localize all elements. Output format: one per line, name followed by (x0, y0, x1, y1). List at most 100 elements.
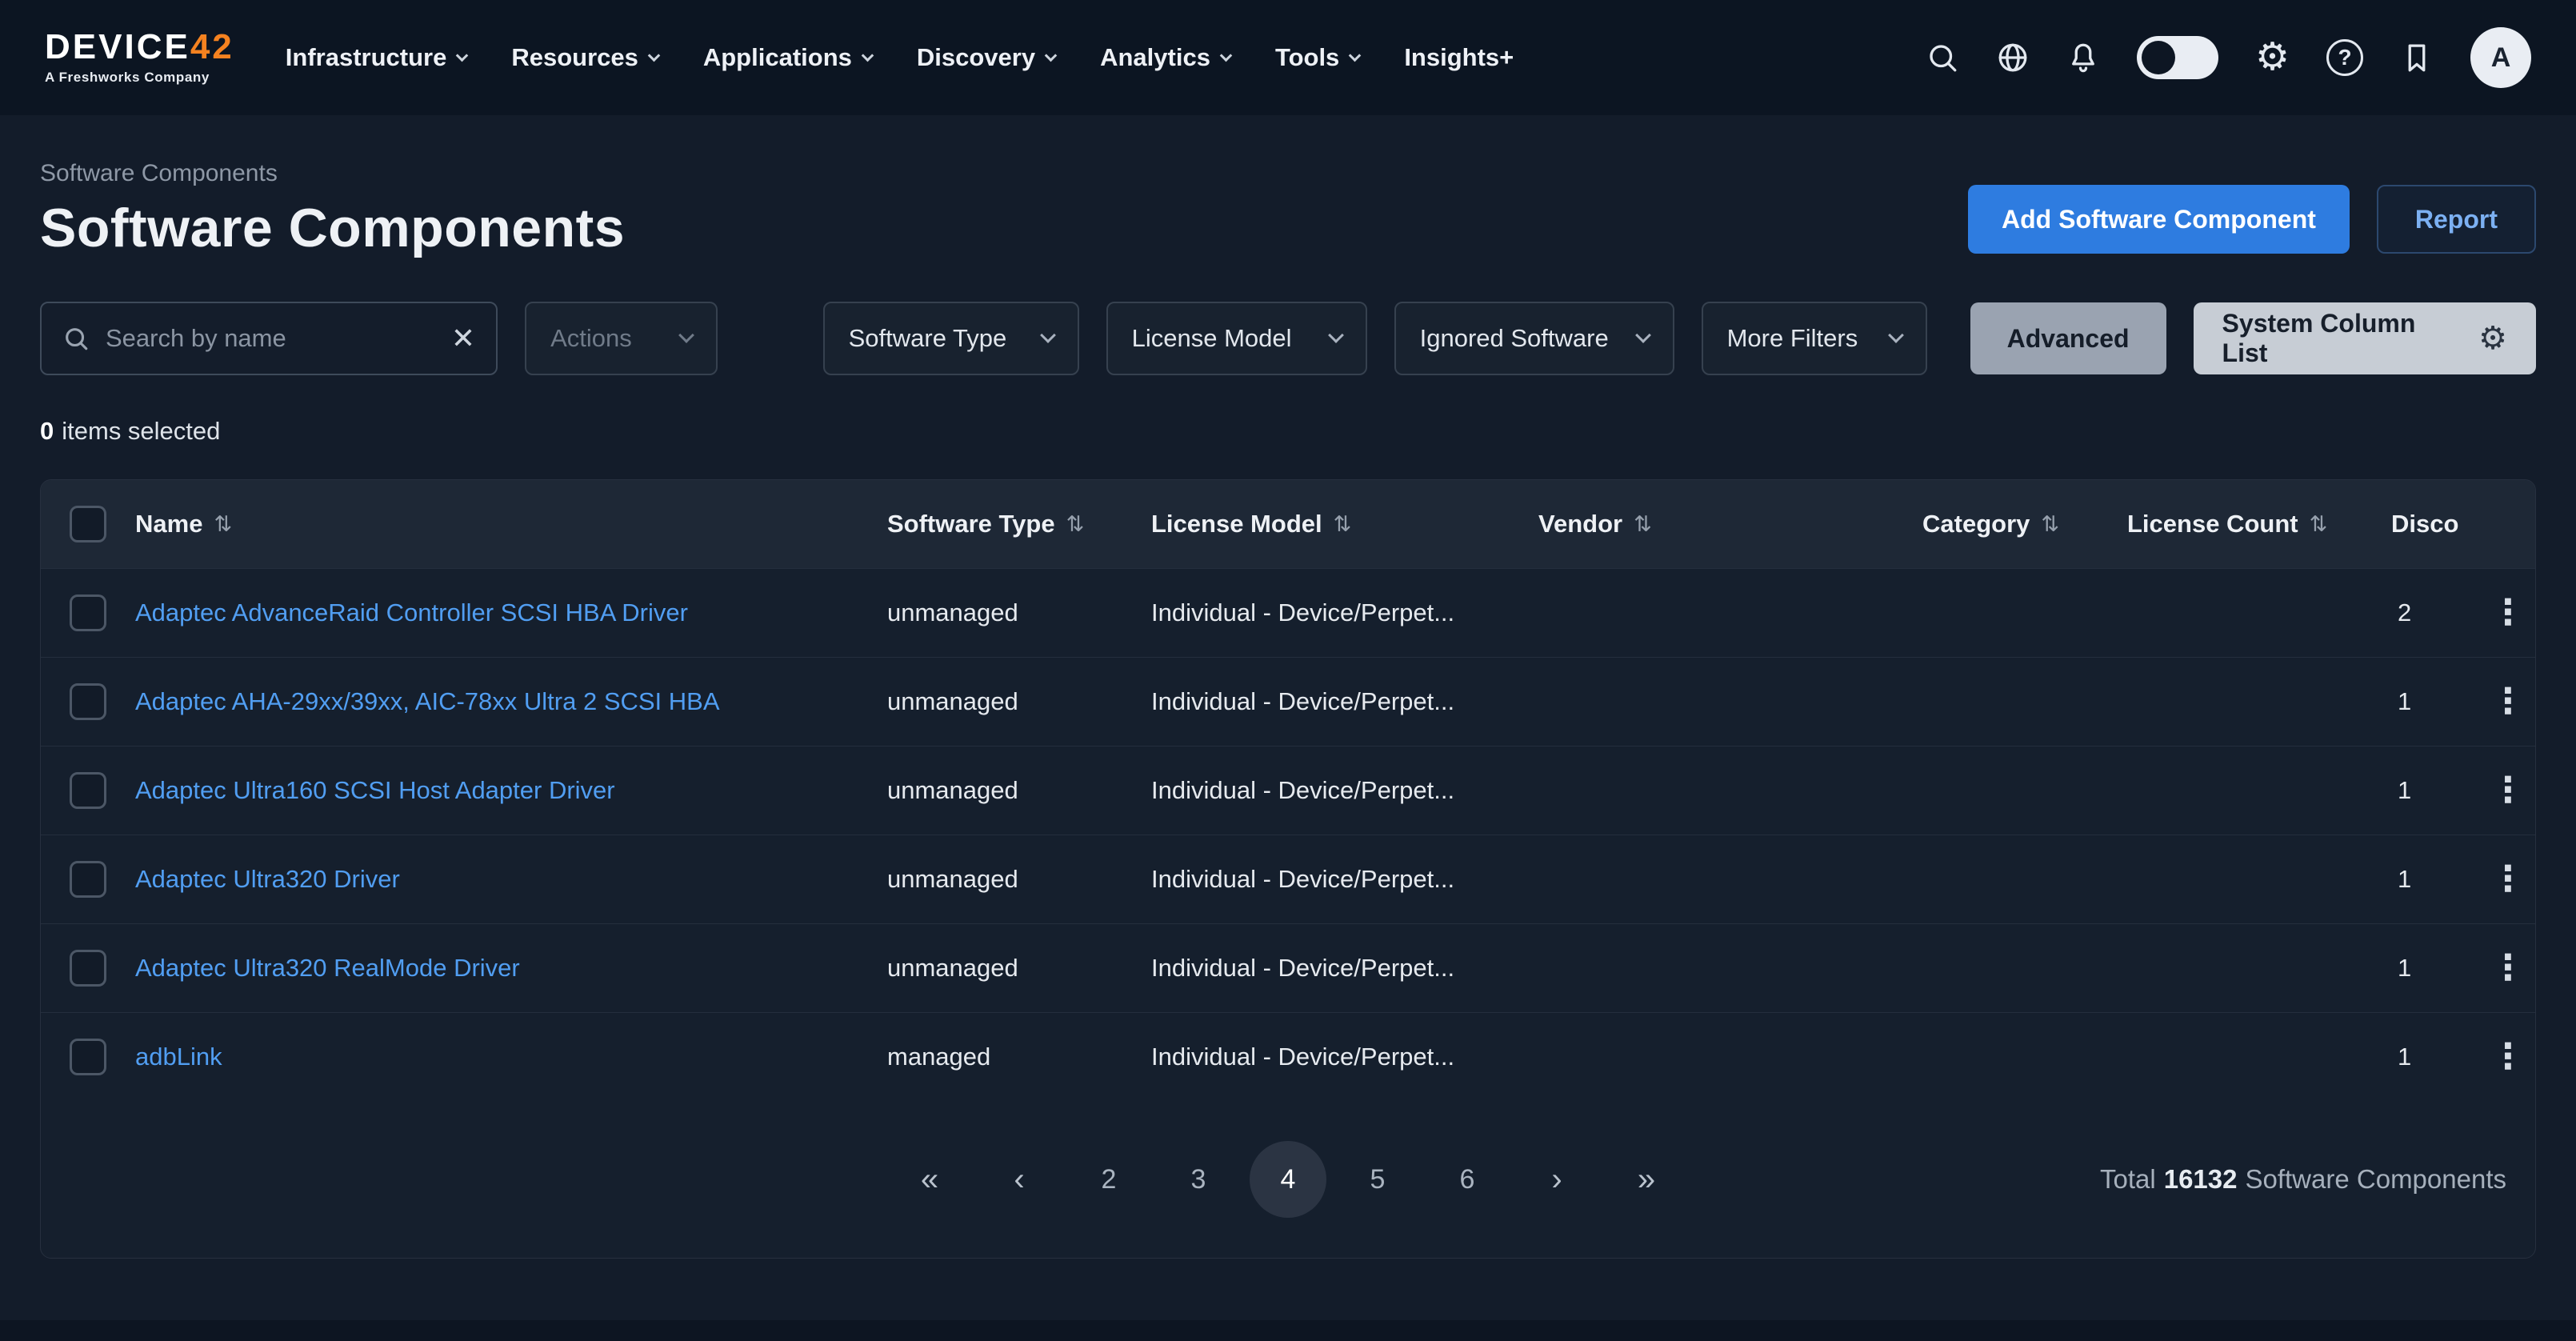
report-button[interactable]: Report (2377, 185, 2536, 254)
bookmark-icon[interactable] (2400, 41, 2434, 74)
license-model-filter-dropdown[interactable]: License Model (1106, 302, 1367, 375)
chevron-down-icon (1045, 49, 1058, 62)
sort-icon[interactable]: ⇅ (1334, 512, 1352, 537)
ignored-software-filter-dropdown[interactable]: Ignored Software (1394, 302, 1674, 375)
pagination-page-4-active[interactable]: 4 (1250, 1141, 1326, 1218)
table-row: Adaptec AdvanceRaid Controller SCSI HBA … (41, 568, 2535, 657)
software-name-link[interactable]: adbLink (135, 1043, 887, 1071)
software-name-link[interactable]: Adaptec AHA-29xx/39xx, AIC-78xx Ultra 2 … (135, 687, 887, 716)
license-model-cell: Individual - Device/Perpet... (1151, 776, 1538, 805)
main-navigation: Infrastructure Resources Applications Di… (286, 43, 1514, 72)
pagination-next-button[interactable]: › (1518, 1141, 1595, 1218)
sort-icon[interactable]: ⇅ (2310, 512, 2328, 537)
toggle-knob (2142, 41, 2175, 74)
search-input[interactable] (106, 324, 435, 353)
chevron-down-icon (648, 49, 661, 62)
row-checkbox[interactable] (70, 950, 106, 987)
chevron-down-icon (1220, 49, 1233, 62)
add-software-component-button[interactable]: Add Software Component (1968, 185, 2350, 254)
selection-status: 0items selected (0, 417, 2576, 446)
sort-icon[interactable]: ⇅ (214, 512, 232, 537)
pagination-page-3[interactable]: 3 (1160, 1141, 1237, 1218)
count-cell: 1 (2391, 687, 2479, 716)
sort-icon[interactable]: ⇅ (1066, 512, 1085, 537)
pagination-page-2[interactable]: 2 (1070, 1141, 1147, 1218)
software-name-link[interactable]: Adaptec AdvanceRaid Controller SCSI HBA … (135, 598, 887, 627)
row-actions-kebab-icon[interactable]: ⋮ (2479, 1039, 2536, 1075)
sort-icon[interactable]: ⇅ (2041, 512, 2059, 537)
globe-icon[interactable] (1996, 41, 2030, 74)
actions-dropdown[interactable]: Actions (525, 302, 718, 375)
row-checkbox[interactable] (70, 1039, 106, 1075)
column-header-vendor[interactable]: Vendor⇅ (1538, 510, 1922, 538)
software-type-cell: unmanaged (887, 598, 1151, 627)
page-header: Software Components Software Components … (0, 115, 2576, 257)
count-cell: 1 (2391, 865, 2479, 894)
software-name-link[interactable]: Adaptec Ultra160 SCSI Host Adapter Drive… (135, 776, 887, 805)
pagination-page-5[interactable]: 5 (1339, 1141, 1416, 1218)
table-row: Adaptec AHA-29xx/39xx, AIC-78xx Ultra 2 … (41, 657, 2535, 746)
table-footer: « ‹ 2 3 4 5 6 › » Total16132Software Com… (41, 1101, 2535, 1258)
software-type-cell: unmanaged (887, 954, 1151, 983)
notifications-bell-icon[interactable] (2066, 41, 2100, 74)
column-header-software-type[interactable]: Software Type⇅ (887, 510, 1151, 538)
user-avatar[interactable]: A (2470, 27, 2531, 88)
column-header-name[interactable]: Name⇅ (135, 510, 887, 538)
software-name-link[interactable]: Adaptec Ultra320 Driver (135, 865, 887, 894)
page-bottom-strip (0, 1320, 2576, 1341)
license-model-cell: Individual - Device/Perpet... (1151, 1043, 1538, 1071)
software-name-link[interactable]: Adaptec Ultra320 RealMode Driver (135, 954, 887, 983)
search-icon[interactable] (1926, 41, 1959, 74)
nav-item-applications[interactable]: Applications (703, 43, 872, 72)
nav-item-insights[interactable]: Insights+ (1404, 43, 1514, 72)
total-count-label: Total16132Software Components (2100, 1164, 2506, 1195)
device42-logo[interactable]: DEVICE42 A Freshworks Company (45, 30, 234, 86)
logo-text: DEVICE42 (45, 30, 234, 65)
total-count-value: 16132 (2164, 1164, 2238, 1195)
row-checkbox[interactable] (70, 772, 106, 809)
chevron-down-icon (678, 327, 694, 343)
software-type-cell: unmanaged (887, 687, 1151, 716)
more-filters-dropdown[interactable]: More Filters (1702, 302, 1927, 375)
pagination-page-6[interactable]: 6 (1429, 1141, 1506, 1218)
select-all-checkbox[interactable] (70, 506, 106, 542)
row-checkbox[interactable] (70, 594, 106, 631)
row-actions-kebab-icon[interactable]: ⋮ (2479, 862, 2536, 897)
pagination-last-button[interactable]: » (1608, 1141, 1685, 1218)
count-cell: 1 (2391, 1043, 2479, 1071)
column-header-license-count[interactable]: License Count⇅ (2127, 510, 2391, 538)
table-row: Adaptec Ultra320 Driver unmanaged Indivi… (41, 835, 2535, 923)
nav-item-infrastructure[interactable]: Infrastructure (286, 43, 467, 72)
license-model-cell: Individual - Device/Perpet... (1151, 954, 1538, 983)
software-components-table: Name⇅ Software Type⇅ License Model⇅ Vend… (40, 479, 2536, 1259)
nav-item-resources[interactable]: Resources (511, 43, 658, 72)
breadcrumb: Software Components (40, 160, 625, 187)
software-type-cell: managed (887, 1043, 1151, 1071)
clear-search-icon[interactable]: ✕ (451, 324, 475, 353)
software-type-filter-dropdown[interactable]: Software Type (823, 302, 1079, 375)
column-header-category[interactable]: Category⇅ (1922, 510, 2127, 538)
software-type-cell: unmanaged (887, 776, 1151, 805)
count-cell: 1 (2391, 776, 2479, 805)
row-actions-kebab-icon[interactable]: ⋮ (2479, 773, 2536, 808)
pagination-first-button[interactable]: « (891, 1141, 968, 1218)
help-icon[interactable]: ? (2326, 39, 2363, 76)
nav-item-analytics[interactable]: Analytics (1100, 43, 1230, 72)
settings-gear-icon[interactable]: ⚙ (2255, 38, 2290, 77)
row-checkbox[interactable] (70, 683, 106, 720)
column-header-license-model[interactable]: License Model⇅ (1151, 510, 1538, 538)
table-row: Adaptec Ultra320 RealMode Driver unmanag… (41, 923, 2535, 1012)
row-actions-kebab-icon[interactable]: ⋮ (2479, 951, 2536, 986)
system-column-list-button[interactable]: System Column List ⚙ (2194, 302, 2536, 374)
count-cell: 1 (2391, 954, 2479, 983)
row-actions-kebab-icon[interactable]: ⋮ (2479, 595, 2536, 630)
row-actions-kebab-icon[interactable]: ⋮ (2479, 684, 2536, 719)
sort-icon[interactable]: ⇅ (1634, 512, 1652, 537)
column-header-discovered[interactable]: Disco (2391, 510, 2479, 538)
row-checkbox[interactable] (70, 861, 106, 898)
nav-item-discovery[interactable]: Discovery (917, 43, 1055, 72)
nav-item-tools[interactable]: Tools (1275, 43, 1359, 72)
advanced-button[interactable]: Advanced (1970, 302, 2166, 374)
pagination-prev-button[interactable]: ‹ (981, 1141, 1058, 1218)
dark-mode-toggle[interactable] (2137, 36, 2218, 79)
